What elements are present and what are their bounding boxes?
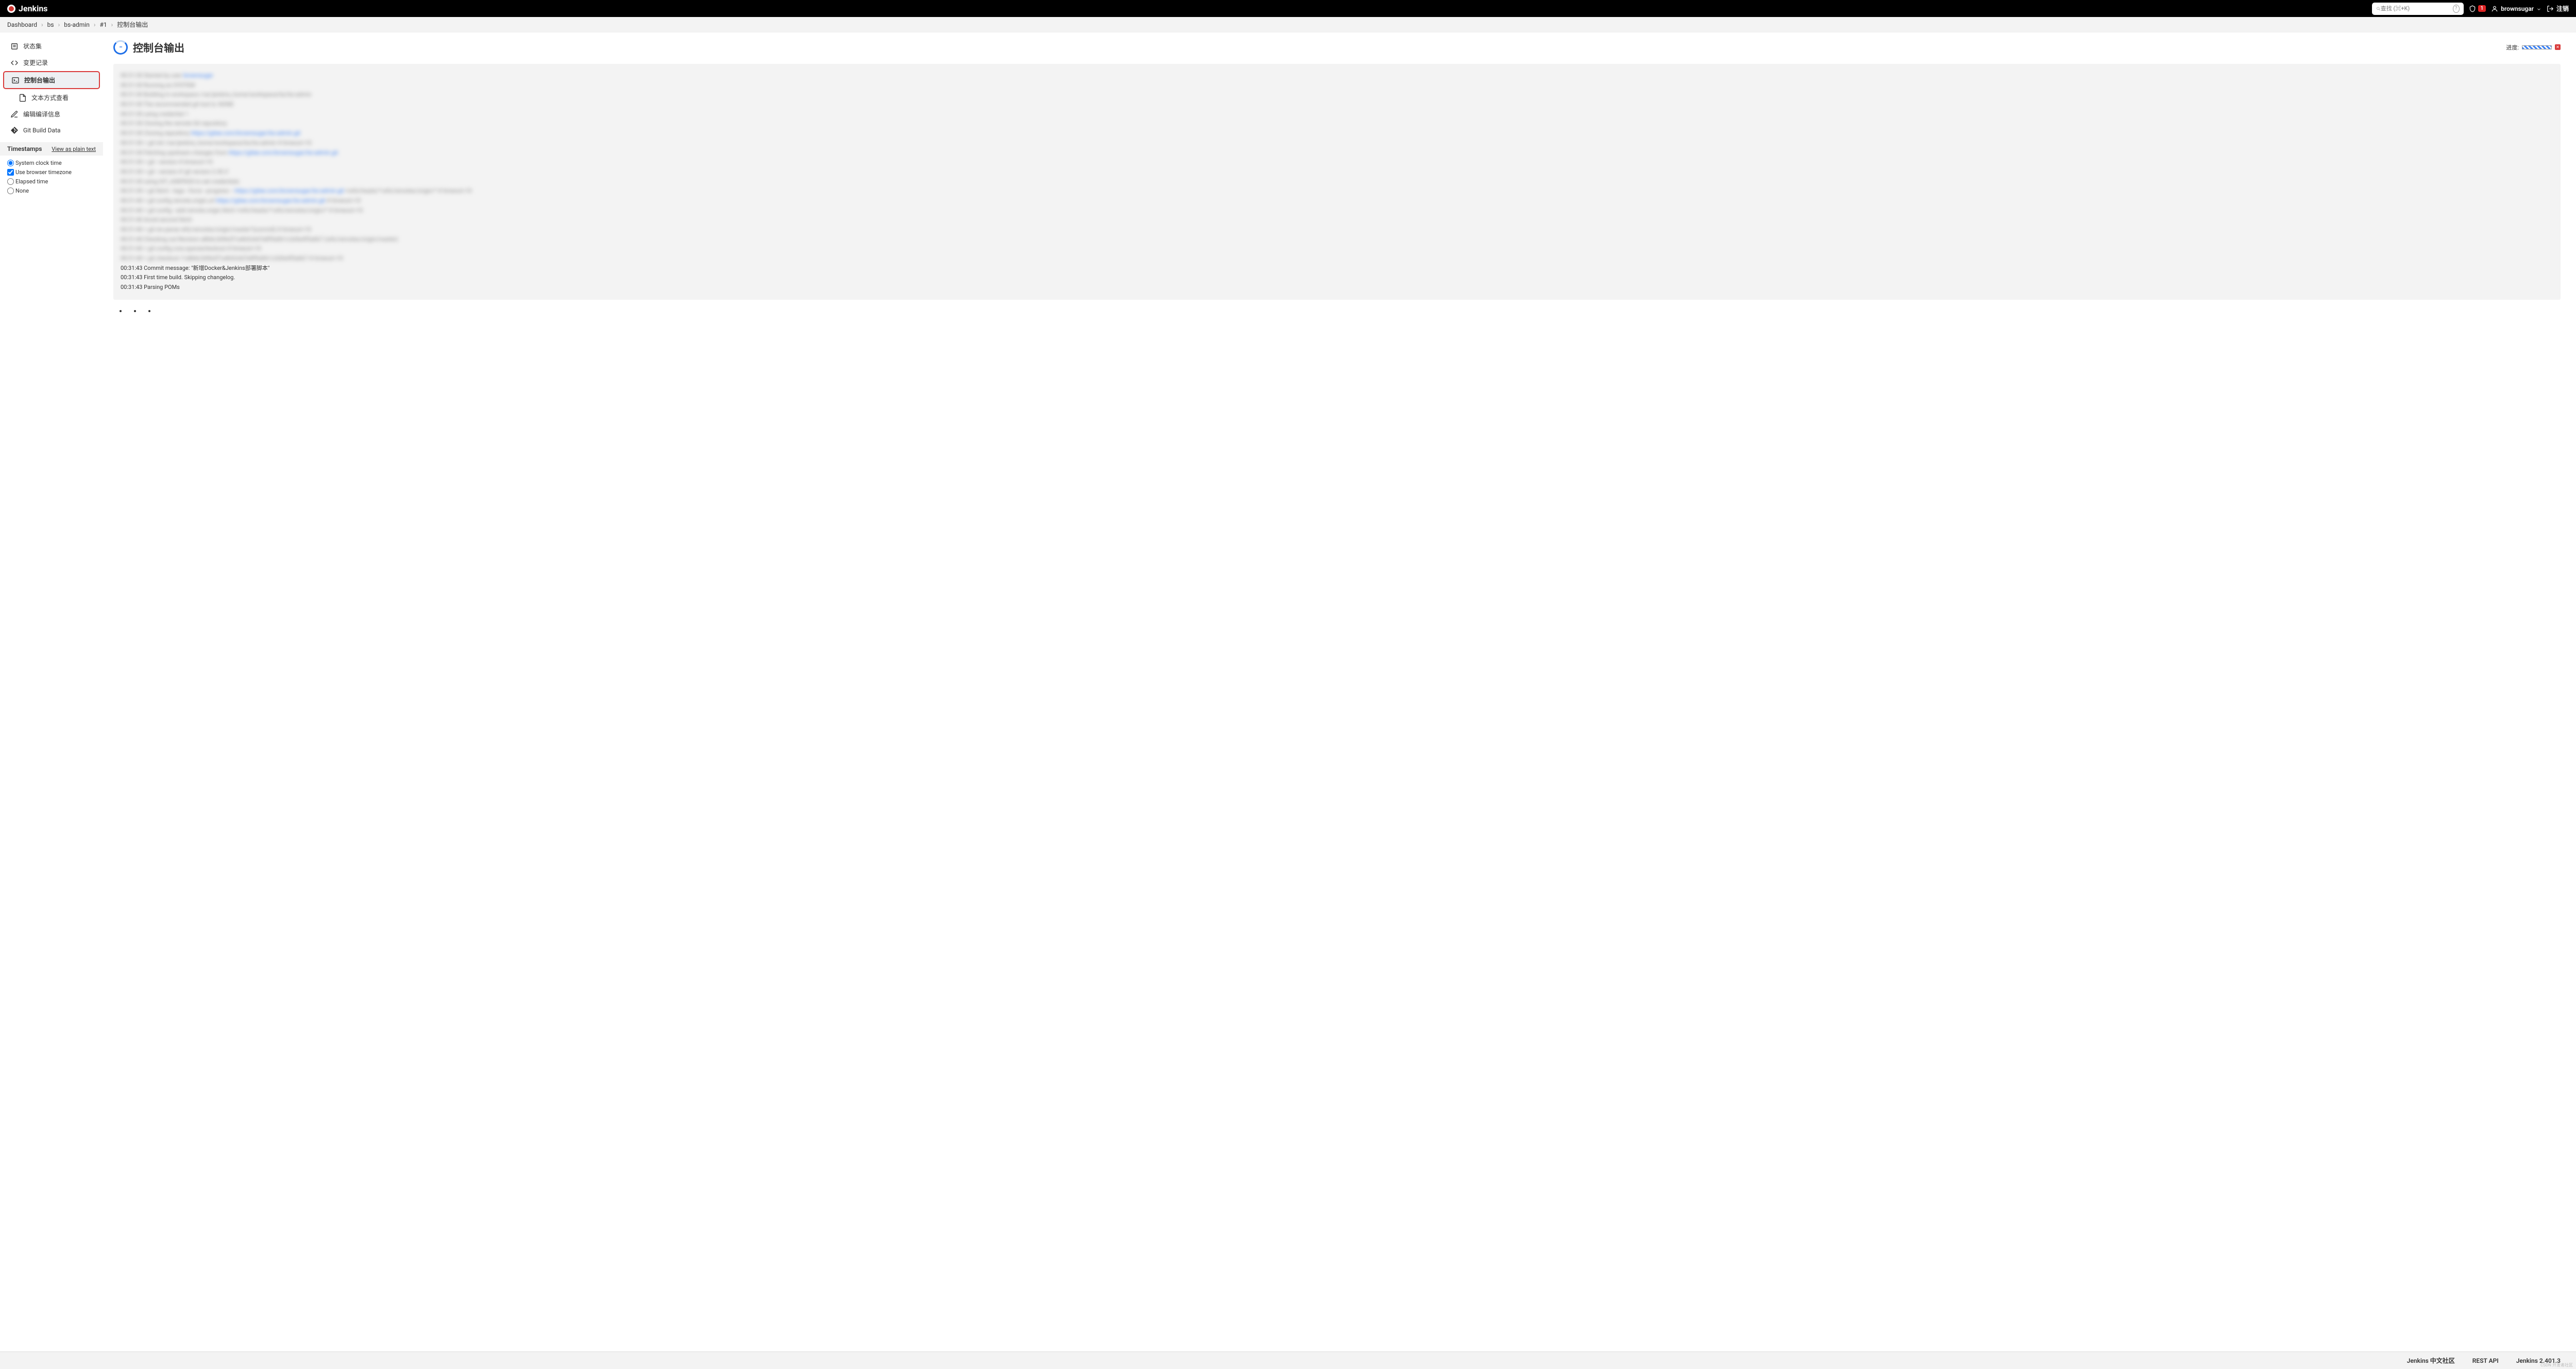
jenkins-icon <box>7 5 15 13</box>
search-icon <box>2376 6 2381 12</box>
main-header: Jenkins ? 1 brownsugar <box>0 0 2576 17</box>
changes-icon <box>10 59 19 67</box>
chevron-right-icon: › <box>111 21 113 28</box>
radio-system-clock[interactable] <box>7 160 14 166</box>
brand-text: Jenkins <box>19 4 48 13</box>
radio-elapsed[interactable] <box>7 178 14 185</box>
timestamp-option-system-clock[interactable]: System clock time <box>7 160 96 166</box>
radio-none[interactable] <box>7 187 14 194</box>
sidebar-item-edit-build[interactable]: 编辑编译信息 <box>3 106 100 122</box>
main-container: 状态集 变更记录 控制台输出 文本方式查看 编辑编译信息 <box>0 32 2576 319</box>
edit-icon <box>10 110 19 118</box>
chevron-right-icon: › <box>41 21 43 28</box>
timestamp-option-elapsed[interactable]: Elapsed time <box>7 178 96 185</box>
sidebar-item-status[interactable]: 状态集 <box>3 38 100 54</box>
option-label: System clock time <box>15 160 62 166</box>
footer-community-link[interactable]: Jenkins 中文社区 <box>2407 1356 2455 1365</box>
cancel-build-button[interactable]: ✕ <box>2555 44 2561 50</box>
console-redacted-block: 00:31:30 Started by user brownsugar 00:3… <box>121 71 2553 264</box>
search-input[interactable] <box>2381 5 2453 12</box>
sidebar-item-label: 文本方式查看 <box>31 93 69 102</box>
loading-indicator <box>120 310 2561 312</box>
sidebar: 状态集 变更记录 控制台输出 文本方式查看 编辑编译信息 <box>0 32 103 319</box>
page-header: 控制台输出 进度: ✕ <box>113 40 2561 55</box>
footer: Jenkins 中文社区 REST API Jenkins 2.401.3 <box>0 1351 2576 1369</box>
console-output: 00:31:30 Started by user brownsugar 00:3… <box>113 64 2561 300</box>
breadcrumb-item[interactable]: 控制台输出 <box>117 20 148 29</box>
alert-badge: 1 <box>2478 5 2486 12</box>
breadcrumb-item[interactable]: bs <box>47 21 54 28</box>
sidebar-item-label: 编辑编译信息 <box>23 110 60 118</box>
username-label: brownsugar <box>2501 5 2534 12</box>
sidebar-item-label: 变更记录 <box>23 58 48 67</box>
jenkins-brand-link[interactable]: Jenkins <box>7 4 48 13</box>
shield-icon <box>2469 5 2476 12</box>
console-line: 00:31:43 Parsing POMs <box>121 283 2553 293</box>
chevron-right-icon: › <box>58 21 60 28</box>
search-box[interactable]: ? <box>2372 3 2464 15</box>
logout-label: 注销 <box>2556 4 2569 13</box>
timestamp-option-none[interactable]: None <box>7 187 96 194</box>
build-progress: 进度: ✕ <box>2506 43 2561 52</box>
checkbox-browser-tz[interactable] <box>7 169 14 176</box>
header-right: ? 1 brownsugar 注销 <box>2372 3 2569 15</box>
watermark: CSDN 开发者社区 <box>2540 1362 2573 1368</box>
sidebar-item-label: Git Build Data <box>23 127 61 134</box>
timestamp-option-browser-tz[interactable]: Use browser timezone <box>7 169 96 176</box>
sidebar-item-label: 状态集 <box>23 42 42 50</box>
sidebar-item-plaintext[interactable]: 文本方式查看 <box>3 90 100 106</box>
progress-label: 进度: <box>2506 43 2519 52</box>
document-icon <box>19 94 27 102</box>
breadcrumb: Dashboard › bs › bs-admin › #1 › 控制台输出 <box>0 17 2576 32</box>
page-title: 控制台输出 <box>133 40 184 55</box>
user-menu[interactable]: brownsugar <box>2491 5 2541 12</box>
option-label: Elapsed time <box>15 178 48 185</box>
status-icon <box>10 42 19 50</box>
timestamps-options: System clock time Use browser timezone E… <box>0 156 103 201</box>
chevron-down-icon <box>2536 6 2541 11</box>
search-help-icon[interactable]: ? <box>2453 5 2460 13</box>
alerts-button[interactable]: 1 <box>2469 5 2486 12</box>
view-plain-text-link[interactable]: View as plain text <box>52 146 96 152</box>
console-line: 00:31:43 First time build. Skipping chan… <box>121 273 2553 283</box>
user-icon <box>2491 5 2498 12</box>
chevron-right-icon: › <box>94 21 96 28</box>
option-label: None <box>15 187 29 194</box>
timestamps-header: Timestamps View as plain text <box>0 142 103 156</box>
logout-icon <box>2547 5 2554 12</box>
header-left: Jenkins <box>7 4 48 13</box>
sidebar-item-changes[interactable]: 变更记录 <box>3 55 100 71</box>
breadcrumb-item[interactable]: Dashboard <box>7 21 37 28</box>
terminal-icon <box>11 76 20 84</box>
footer-rest-api-link[interactable]: REST API <box>2472 1357 2499 1364</box>
dot-icon <box>120 310 122 312</box>
sidebar-item-git-data[interactable]: Git Build Data <box>3 123 100 138</box>
page-title-block: 控制台输出 <box>113 40 184 55</box>
dot-icon <box>134 310 136 312</box>
option-label: Use browser timezone <box>15 169 72 176</box>
sidebar-item-label: 控制台输出 <box>24 76 55 84</box>
console-line: 00:31:43 Commit message: "新增Docker&Jenki… <box>121 264 2553 273</box>
progress-bar <box>2522 45 2552 49</box>
logout-link[interactable]: 注销 <box>2547 4 2569 13</box>
dot-icon <box>148 310 150 312</box>
sidebar-item-console[interactable]: 控制台输出 <box>3 71 100 89</box>
timestamps-title: Timestamps <box>7 145 42 152</box>
breadcrumb-item[interactable]: #1 <box>99 21 107 28</box>
git git-icon <box>10 126 19 134</box>
breadcrumb-item[interactable]: bs-admin <box>64 21 90 28</box>
content: 控制台输出 进度: ✕ 00:31:30 Started by user bro… <box>103 32 2576 319</box>
in-progress-icon <box>113 40 128 55</box>
